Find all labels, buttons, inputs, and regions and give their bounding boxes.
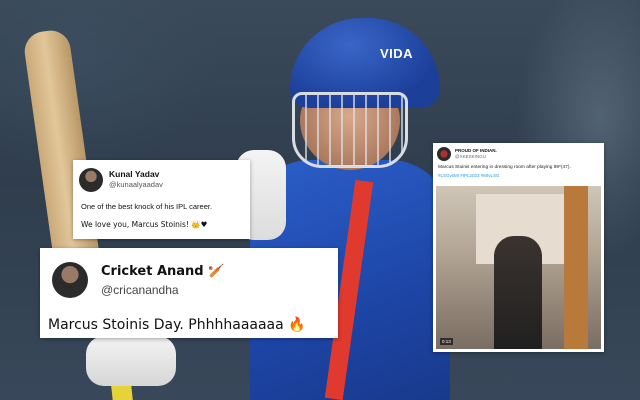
tweet-text: Marcus Stoinis Day. Phhhhaaaaaa 🔥 [48,317,306,333]
tweet-video[interactable]: 0:13 [436,186,601,349]
avatar[interactable] [52,262,88,298]
tweet-author-handle[interactable]: @XKESKINGU [455,154,486,159]
helmet-grille [292,92,408,168]
tweet-card-cricket-anand[interactable]: Cricket Anand 🏏 @cricanandha Marcus Stoi… [40,248,338,338]
tweet-author-name[interactable]: Kunal Yadav [109,169,159,179]
tweet-card-kunal[interactable]: Kunal Yadav @kunaalyaadav One of the bes… [73,160,250,239]
tweet-author-name[interactable]: PROUD OF INDIAN. [455,148,497,153]
tweet-text: We love you, Marcus Stoinis! 👑♥ [81,220,208,229]
video-person [494,236,542,349]
avatar[interactable] [79,168,103,192]
tweet-text: One of the best knock of his IPL career. [81,202,213,211]
tweet-card-proud-of-indian[interactable]: PROUD OF INDIAN. @XKESKINGU Marcus Stoin… [433,143,604,352]
batting-glove-lower [86,336,176,386]
video-door-frame [564,186,588,349]
tweet-author-handle[interactable]: @kunaalyaadav [109,180,163,189]
tweet-text: Marcus Stoinis entering in dressing room… [438,165,571,170]
tweet-author-handle[interactable]: @cricanandha [101,283,179,297]
tweet-hashtags[interactable]: #LSGvsMI #IPL2023 #MIvLSG [438,173,500,178]
video-timestamp: 0:13 [440,338,453,345]
tweet-author-name[interactable]: Cricket Anand 🏏 [101,264,224,279]
helmet-sponsor-logo: VIDA [380,46,414,61]
avatar[interactable] [437,147,451,161]
